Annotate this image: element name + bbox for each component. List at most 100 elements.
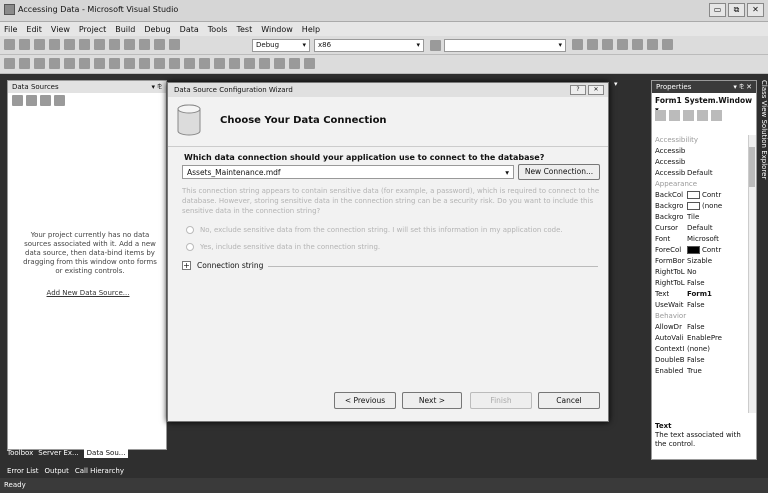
menu-tools[interactable]: Tools bbox=[208, 25, 228, 34]
previous-button[interactable]: < Previous bbox=[334, 392, 396, 409]
start-debug-icon[interactable] bbox=[169, 39, 180, 50]
finish-button[interactable]: Finish bbox=[470, 392, 532, 409]
property-row[interactable]: Cursor Default bbox=[655, 224, 747, 234]
property-row[interactable]: UseWait False bbox=[655, 301, 747, 311]
open-icon[interactable] bbox=[34, 39, 45, 50]
align-to-grid-icon[interactable] bbox=[4, 58, 15, 69]
align-middles-icon[interactable] bbox=[79, 58, 90, 69]
menu-test[interactable]: Test bbox=[236, 25, 252, 34]
configure-dataset-icon[interactable] bbox=[40, 95, 51, 106]
scrollbar-thumb[interactable] bbox=[749, 147, 755, 187]
menu-file[interactable]: File bbox=[4, 25, 17, 34]
property-row[interactable]: Enabled True bbox=[655, 367, 747, 377]
menu-project[interactable]: Project bbox=[79, 25, 106, 34]
property-row[interactable]: FormBor Sizable bbox=[655, 257, 747, 267]
same-size-icon[interactable] bbox=[139, 58, 150, 69]
property-row[interactable]: Accessib bbox=[655, 147, 747, 157]
events-icon[interactable] bbox=[697, 110, 708, 121]
align-centers-icon[interactable] bbox=[34, 58, 45, 69]
paste-icon[interactable] bbox=[109, 39, 120, 50]
cancel-button[interactable]: Cancel bbox=[538, 392, 600, 409]
toolbox-icon[interactable] bbox=[632, 39, 643, 50]
decrease-spacing-icon[interactable] bbox=[199, 58, 210, 69]
new-project-icon[interactable] bbox=[4, 39, 15, 50]
add-item-icon[interactable] bbox=[19, 39, 30, 50]
pin-icon[interactable]: ▾ ⅊ bbox=[151, 83, 162, 91]
property-row[interactable]: ForeCol Contr bbox=[655, 246, 747, 256]
horizontal-spacing-icon[interactable] bbox=[169, 58, 180, 69]
save-all-icon[interactable] bbox=[64, 39, 75, 50]
menu-data[interactable]: Data bbox=[180, 25, 199, 34]
tab-data-sources[interactable]: Data Sou... bbox=[83, 448, 129, 458]
property-row[interactable]: Accessib bbox=[655, 158, 747, 168]
align-lefts-icon[interactable] bbox=[19, 58, 30, 69]
properties-view-icon[interactable] bbox=[683, 110, 694, 121]
align-bottoms-icon[interactable] bbox=[94, 58, 105, 69]
alphabetical-icon[interactable] bbox=[669, 110, 680, 121]
property-row[interactable]: Text Form1 bbox=[655, 290, 747, 300]
property-row[interactable]: DoubleB False bbox=[655, 356, 747, 366]
undo-icon[interactable] bbox=[124, 39, 135, 50]
property-pages-icon[interactable] bbox=[711, 110, 722, 121]
bring-to-front-icon[interactable] bbox=[274, 58, 285, 69]
new-connection-button[interactable]: New Connection... bbox=[518, 164, 600, 180]
find-input[interactable]: ▾ bbox=[444, 39, 566, 52]
same-width-icon[interactable] bbox=[109, 58, 120, 69]
pin-icon[interactable]: ▾ ⅊ ✕ bbox=[733, 83, 752, 91]
category-appearance[interactable]: Appearance bbox=[655, 180, 747, 190]
tab-order-icon[interactable] bbox=[304, 58, 315, 69]
configuration-select[interactable]: Debug ▾ bbox=[252, 39, 310, 52]
start-page-icon[interactable] bbox=[647, 39, 658, 50]
edit-dataset-icon[interactable] bbox=[26, 95, 37, 106]
menu-debug[interactable]: Debug bbox=[144, 25, 170, 34]
restore-button[interactable]: ⧉ bbox=[728, 3, 745, 17]
categorized-icon[interactable] bbox=[655, 110, 666, 121]
navigate-back-icon[interactable] bbox=[154, 39, 165, 50]
connection-string-expander[interactable]: + Connection string bbox=[182, 261, 263, 270]
property-row[interactable]: RightToL No bbox=[655, 268, 747, 278]
property-row[interactable]: RightToL False bbox=[655, 279, 747, 289]
exclude-sensitive-radio[interactable]: No, exclude sensitive data from the conn… bbox=[186, 226, 563, 234]
save-icon[interactable] bbox=[49, 39, 60, 50]
size-to-grid-icon[interactable] bbox=[154, 58, 165, 69]
cut-icon[interactable] bbox=[79, 39, 90, 50]
add-new-data-source-link[interactable]: Add New Data Source... bbox=[8, 289, 168, 297]
next-button[interactable]: Next > bbox=[402, 392, 462, 409]
tab-call-hierarchy[interactable]: Call Hierarchy bbox=[75, 467, 124, 475]
increase-spacing-icon[interactable] bbox=[184, 58, 195, 69]
close-button[interactable]: ✕ bbox=[747, 3, 764, 17]
properties-icon[interactable] bbox=[602, 39, 613, 50]
property-row[interactable]: BackCol Contr bbox=[655, 191, 747, 201]
radio-button[interactable] bbox=[186, 243, 194, 251]
solution-explorer-icon[interactable] bbox=[587, 39, 598, 50]
menu-view[interactable]: View bbox=[51, 25, 70, 34]
menu-edit[interactable]: Edit bbox=[26, 25, 42, 34]
menu-help[interactable]: Help bbox=[302, 25, 320, 34]
object-browser-icon[interactable] bbox=[617, 39, 628, 50]
redo-icon[interactable] bbox=[139, 39, 150, 50]
tab-error-list[interactable]: Error List bbox=[7, 467, 39, 475]
property-row[interactable]: Backgro (none bbox=[655, 202, 747, 212]
help-button[interactable]: ? bbox=[570, 85, 586, 95]
property-row[interactable]: Accessib Default bbox=[655, 169, 747, 179]
side-tabs[interactable]: Class View Solution Explorer bbox=[758, 80, 768, 220]
find-in-files-icon[interactable] bbox=[572, 39, 583, 50]
expand-icon[interactable]: + bbox=[182, 261, 191, 270]
tab-toolbox[interactable]: Toolbox bbox=[7, 449, 33, 457]
copy-icon[interactable] bbox=[94, 39, 105, 50]
refresh-icon[interactable] bbox=[54, 95, 65, 106]
same-height-icon[interactable] bbox=[124, 58, 135, 69]
align-rights-icon[interactable] bbox=[49, 58, 60, 69]
center-vertically-icon[interactable] bbox=[259, 58, 270, 69]
connection-select[interactable]: Assets_Maintenance.mdf ▾ bbox=[182, 165, 514, 179]
menu-window[interactable]: Window bbox=[261, 25, 293, 34]
find-icon[interactable] bbox=[430, 40, 441, 51]
dialog-close-button[interactable]: ✕ bbox=[588, 85, 604, 95]
vertical-spacing-icon[interactable] bbox=[229, 58, 240, 69]
menu-build[interactable]: Build bbox=[115, 25, 135, 34]
property-row[interactable]: Backgro Tile bbox=[655, 213, 747, 223]
extension-manager-icon[interactable] bbox=[662, 39, 673, 50]
center-horizontally-icon[interactable] bbox=[244, 58, 255, 69]
tab-server-explorer[interactable]: Server Ex... bbox=[38, 449, 78, 457]
property-row[interactable]: ContextI (none) bbox=[655, 345, 747, 355]
